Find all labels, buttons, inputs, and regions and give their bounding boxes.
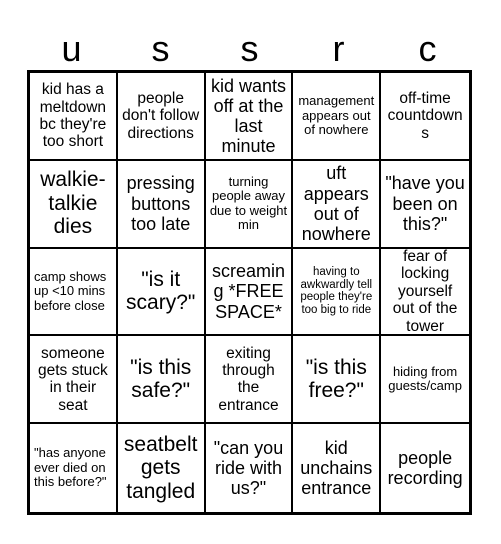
bingo-cell-r1-c5[interactable]: off-time countdowns: [381, 73, 469, 161]
bingo-header-letter-1: s: [151, 28, 170, 69]
bingo-cell-r1-c1[interactable]: kid has a meltdown bc they're too short: [30, 73, 118, 161]
bingo-cell-r1-c4[interactable]: management appears out of nowhere: [293, 73, 382, 161]
bingo-cell-label: hiding from guests/camp: [388, 363, 462, 394]
bingo-cell-r5-c2[interactable]: seatbelt gets tangled: [117, 424, 206, 512]
bingo-cell-r2-c2[interactable]: pressing buttons too late: [117, 160, 206, 249]
bingo-cell-r2-c5[interactable]: "have you been on this?": [381, 160, 469, 249]
bingo-cell-label: kid wants off at the last minute: [210, 75, 287, 157]
bingo-cell-label: having to awkwardly tell people they're …: [300, 265, 373, 317]
bingo-cell-r3-c2[interactable]: "is it scary?": [117, 248, 206, 337]
bingo-cell-r3-c5[interactable]: fear of locking yourself out of the towe…: [381, 248, 469, 337]
bingo-cell-r4-c3[interactable]: exiting through the entrance: [205, 336, 294, 425]
bingo-header-row: ussrc: [27, 22, 472, 68]
bingo-grid: kid has a meltdown bc they're too short p…: [27, 70, 472, 515]
bingo-cell-label: camp shows up <10 mins before close: [34, 268, 107, 313]
bingo-cell-label: someone gets stuck in their seat: [38, 344, 108, 414]
bingo-cell-r5-c1[interactable]: "has anyone ever died on this before?": [30, 424, 118, 512]
bingo-cell-label: screaming *FREE SPACE*: [211, 261, 285, 322]
bingo-cell-label: kid has a meltdown bc they're too short: [39, 81, 107, 151]
bingo-cell-label: people recording: [387, 447, 463, 489]
bingo-cell-label: "can you ride with us?": [213, 437, 284, 499]
bingo-cell-label: people don't follow directions: [122, 89, 200, 142]
bingo-cell-label: turning people away due to weight min: [209, 173, 288, 233]
bingo-cell-label: "is this free?": [305, 355, 367, 403]
bingo-cell-r5-c5[interactable]: people recording: [381, 424, 469, 512]
bingo-card: u s s r c kid has a meltdown bc they're too …: [0, 0, 501, 544]
bingo-cell-r4-c2[interactable]: "is this safe?": [117, 336, 206, 425]
bingo-cell-label: "is this safe?": [130, 355, 192, 403]
bingo-cell-r1-c3[interactable]: kid wants off at the last minute: [205, 73, 294, 161]
bingo-cell-label: uft appears out of nowhere: [301, 163, 371, 244]
bingo-cell-label: "have you been on this?": [385, 173, 465, 234]
bingo-cell-label: kid unchains entrance: [300, 437, 373, 499]
bingo-cell-r4-c1[interactable]: someone gets stuck in their seat: [30, 336, 118, 425]
bingo-cell-label: exiting through the entrance: [218, 344, 279, 414]
bingo-header-letter-0: u: [61, 28, 82, 69]
bingo-header-letter-4: c: [418, 28, 437, 69]
bingo-cell-r2-c3[interactable]: turning people away due to weight min: [205, 160, 294, 249]
bingo-cell-label: "has anyone ever died on this before?": [34, 445, 107, 490]
bingo-cell-label: fear of locking yourself out of the towe…: [392, 248, 458, 335]
bingo-cell-r2-c1[interactable]: walkie-talkie dies: [30, 160, 118, 249]
bingo-cell-label: management appears out of nowhere: [298, 93, 375, 138]
bingo-cell-r1-c2[interactable]: people don't follow directions: [117, 73, 206, 161]
bingo-cell-r3-c1[interactable]: camp shows up <10 mins before close: [30, 248, 118, 337]
bingo-cell-label: "is it scary?": [126, 267, 196, 315]
bingo-cell-label: off-time countdowns: [387, 89, 463, 142]
bingo-cell-r5-c4[interactable]: kid unchains entrance: [293, 424, 382, 512]
bingo-cell-r4-c5[interactable]: hiding from guests/camp: [381, 336, 469, 425]
bingo-cell-r4-c4[interactable]: "is this free?": [293, 336, 382, 425]
bingo-cell-r3-c3[interactable]: screaming *FREE SPACE*: [205, 248, 294, 337]
bingo-cell-label: pressing buttons too late: [126, 173, 195, 234]
bingo-cell-r3-c4[interactable]: having to awkwardly tell people they're …: [293, 248, 382, 337]
bingo-cell-r5-c3[interactable]: "can you ride with us?": [205, 424, 294, 512]
bingo-header-letter-3: r: [332, 28, 345, 69]
bingo-cell-label: walkie-talkie dies: [40, 168, 106, 239]
bingo-cell-label: seatbelt gets tangled: [123, 432, 198, 503]
bingo-cell-r2-c4[interactable]: uft appears out of nowhere: [293, 160, 382, 249]
bingo-header-letter-2: s: [240, 28, 259, 69]
